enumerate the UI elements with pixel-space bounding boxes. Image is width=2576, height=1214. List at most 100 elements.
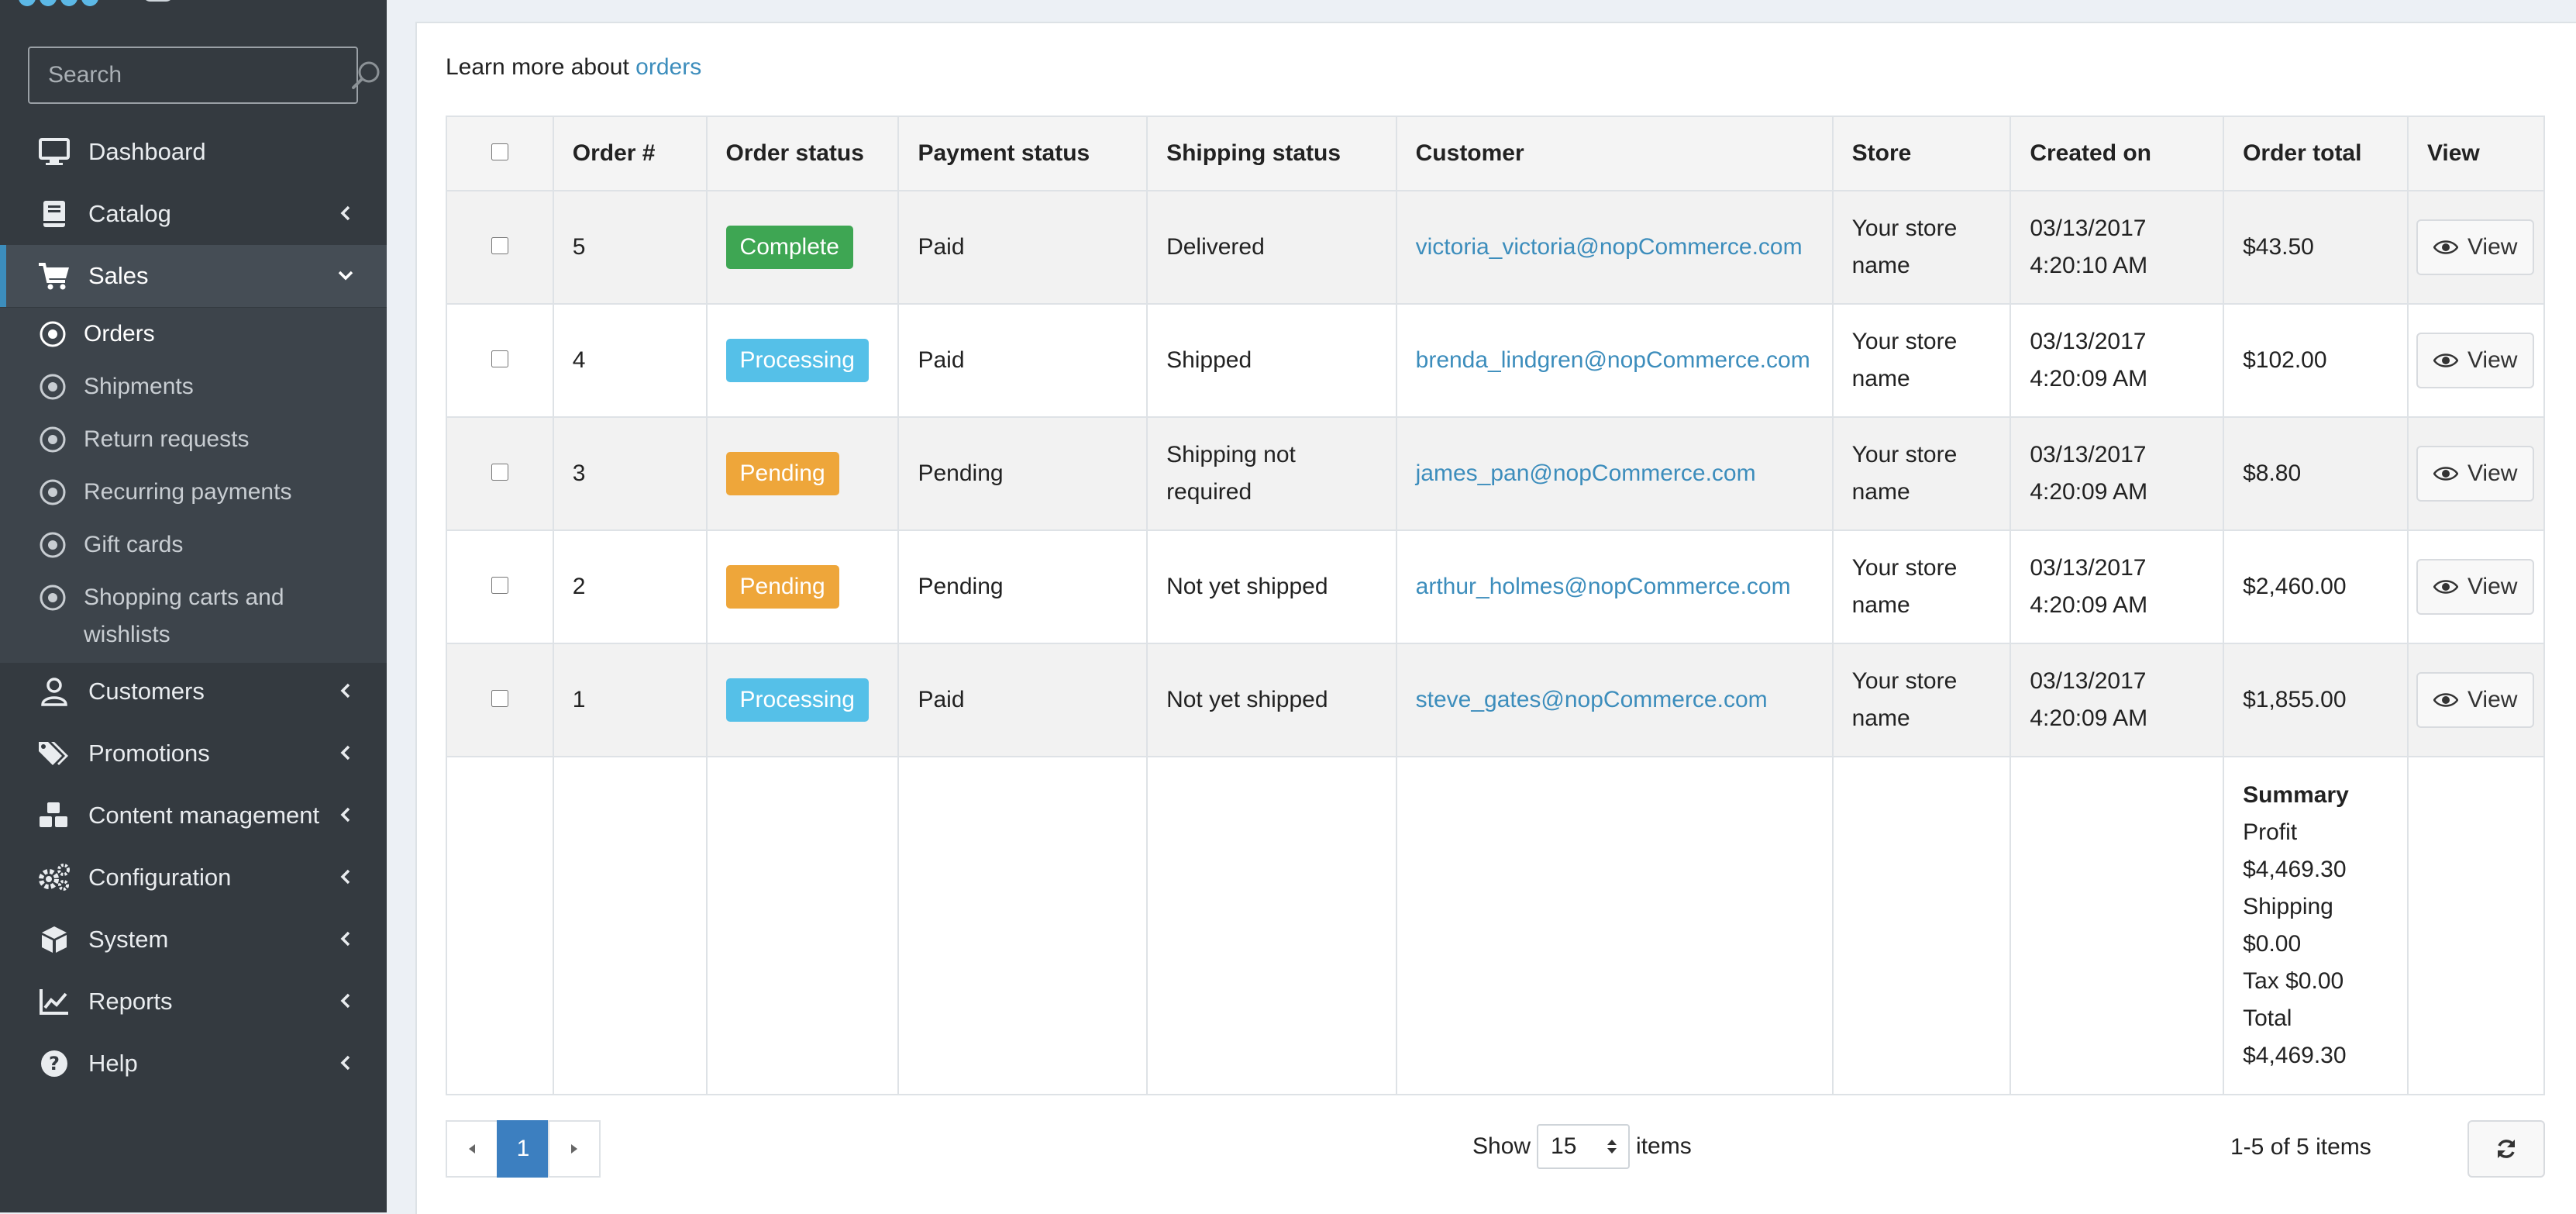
status-badge: Complete — [725, 226, 853, 269]
pagination: 1 — [446, 1120, 601, 1178]
refresh-button[interactable] — [2468, 1120, 2545, 1178]
sidebar-subitem-label: Return requests — [84, 426, 250, 452]
view-order-button[interactable]: View — [2416, 672, 2535, 728]
store-name: Your store name — [1831, 416, 2012, 531]
row-checkbox[interactable] — [491, 577, 508, 594]
store-name: Your store name — [1831, 303, 2012, 418]
orders-help-link[interactable]: orders — [635, 54, 701, 80]
row-checkbox[interactable] — [491, 690, 508, 707]
items-label: items — [1636, 1133, 1692, 1159]
store-name: Your store name — [1831, 190, 2012, 305]
customer-link[interactable]: james_pan@nopCommerce.com — [1416, 460, 1756, 486]
customer-link[interactable]: steve_gates@nopCommerce.com — [1416, 687, 1768, 712]
sidebar-subitem-shopping-carts[interactable]: Shopping carts and wishlists — [0, 579, 325, 654]
sidebar-item-dashboard[interactable]: Dashboard — [0, 121, 387, 183]
sidebar-subitem-label: Gift cards — [84, 532, 184, 557]
sales-submenu: Orders Shipments Return requests Recurri… — [0, 308, 387, 663]
search-input[interactable] — [29, 61, 349, 89]
row-checkbox[interactable] — [491, 464, 508, 481]
table-row: 4 Processing Paid Shipped brenda_lindgre… — [446, 303, 2546, 418]
column-header-customer[interactable]: Customer — [1395, 116, 1834, 191]
row-checkbox[interactable] — [491, 350, 508, 367]
order-total: $43.50 — [2223, 190, 2409, 305]
next-page-button[interactable] — [548, 1120, 601, 1178]
sidebar-item-promotions[interactable]: Promotions — [0, 723, 387, 785]
view-label: View — [2467, 347, 2518, 373]
row-checkbox[interactable] — [491, 237, 508, 254]
search-icon[interactable] — [349, 52, 383, 98]
sidebar-item-label: Content management — [88, 802, 320, 829]
sidebar-item-system[interactable]: System — [0, 909, 387, 971]
sidebar-subitem-recurring-payments[interactable]: Recurring payments — [0, 474, 387, 511]
dot-circle-icon — [37, 582, 68, 613]
chevron-left-icon — [337, 806, 354, 823]
column-header-created-on[interactable]: Created on — [2009, 116, 2225, 191]
tags-icon — [37, 736, 71, 771]
created-on: 03/13/2017 4:20:09 AM — [2009, 303, 2225, 418]
column-header-shipping-status[interactable]: Shipping status — [1146, 116, 1397, 191]
customer-link[interactable]: victoria_victoria@nopCommerce.com — [1416, 234, 1803, 260]
sidebar-subitem-label: Shipments — [84, 374, 194, 399]
sidebar-item-customers[interactable]: Customers — [0, 660, 387, 723]
shipping-status: Delivered — [1146, 190, 1397, 305]
table-row: 5 Complete Paid Delivered victoria_victo… — [446, 190, 2546, 305]
view-order-button[interactable]: View — [2416, 219, 2535, 275]
show-label: Show — [1472, 1133, 1531, 1159]
chevron-left-icon — [337, 992, 354, 1009]
column-header-order-status[interactable]: Order status — [705, 116, 900, 191]
sidebar-item-label: Sales — [88, 262, 149, 289]
status-badge: Pending — [725, 452, 839, 495]
sidebar-item-configuration[interactable]: Configuration — [0, 847, 387, 909]
sidebar-item-label: Promotions — [88, 740, 210, 767]
view-order-button[interactable]: View — [2416, 333, 2535, 388]
eye-icon — [2433, 354, 2458, 367]
sidebar-item-content-management[interactable]: Content management — [0, 785, 387, 847]
customer-link[interactable]: brenda_lindgren@nopCommerce.com — [1416, 347, 1810, 373]
sidebar-item-reports[interactable]: Reports — [0, 971, 387, 1033]
sidebar-item-catalog[interactable]: Catalog — [0, 183, 387, 245]
order-number: 5 — [552, 190, 708, 305]
summary-total-label: Total — [2243, 1005, 2292, 1031]
payment-status: Pending — [897, 529, 1149, 644]
chevron-left-icon — [337, 930, 354, 947]
sidebar-item-sales[interactable]: Sales — [0, 245, 387, 307]
summary-shipping: $0.00 — [2243, 931, 2302, 957]
dot-circle-icon — [37, 477, 68, 508]
column-header-order-number[interactable]: Order # — [552, 116, 708, 191]
sidebar-subitem-shipments[interactable]: Shipments — [0, 368, 387, 405]
sidebar-subitem-gift-cards[interactable]: Gift cards — [0, 526, 387, 564]
select-all-cell — [446, 116, 554, 191]
status-badge: Processing — [725, 678, 869, 722]
payment-status: Paid — [897, 190, 1149, 305]
page-size-control: Show 15 items — [1472, 1124, 1692, 1169]
table-row: 2 Pending Pending Not yet shipped arthur… — [446, 529, 2546, 644]
cart-icon — [37, 259, 71, 293]
summary-total: $4,469.30 — [2243, 1043, 2347, 1068]
cube-icon — [37, 923, 71, 957]
view-order-button[interactable]: View — [2416, 559, 2535, 615]
column-header-order-total[interactable]: Order total — [2223, 116, 2409, 191]
page-size-select[interactable]: 15 — [1537, 1124, 1631, 1169]
sidebar-item-help[interactable]: ? Help — [0, 1033, 387, 1095]
customer-link[interactable]: arthur_holmes@nopCommerce.com — [1416, 574, 1791, 599]
created-on: 03/13/2017 4:20:10 AM — [2009, 190, 2225, 305]
prev-page-button[interactable] — [446, 1120, 498, 1178]
page-1-button[interactable]: 1 — [497, 1120, 549, 1178]
learn-more-text: Learn more about — [446, 54, 629, 80]
page-size-value: 15 — [1551, 1133, 1577, 1159]
select-all-checkbox[interactable] — [491, 143, 508, 160]
sidebar-subitem-orders[interactable]: Orders — [0, 316, 387, 353]
sidebar-subitem-return-requests[interactable]: Return requests — [0, 421, 387, 458]
shipping-status: Not yet shipped — [1146, 643, 1397, 757]
created-on: 03/13/2017 4:20:09 AM — [2009, 643, 2225, 757]
sidebar-subitem-label: Shopping carts and wishlists — [84, 585, 284, 647]
summary-tax: Tax $0.00 — [2243, 968, 2344, 994]
user-icon — [37, 674, 71, 709]
eye-icon — [2433, 240, 2458, 254]
column-header-store[interactable]: Store — [1831, 116, 2012, 191]
column-header-payment-status[interactable]: Payment status — [897, 116, 1149, 191]
dot-circle-icon — [37, 529, 68, 560]
created-on: 03/13/2017 4:20:09 AM — [2009, 529, 2225, 644]
view-order-button[interactable]: View — [2416, 446, 2535, 502]
sidebar-item-label: System — [88, 926, 169, 953]
